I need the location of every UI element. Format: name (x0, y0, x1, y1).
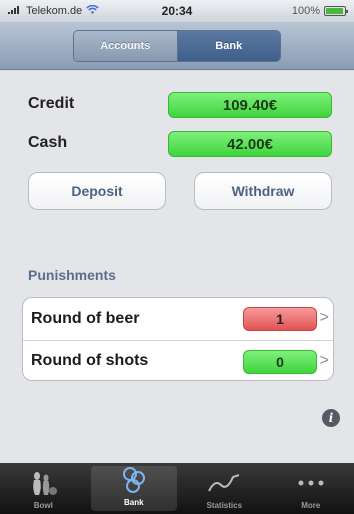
coins-icon (116, 466, 152, 494)
more-dots-icon (293, 469, 329, 497)
wifi-icon (86, 4, 99, 18)
punishment-row-beer[interactable]: Round of beer 1 > (23, 298, 333, 339)
punishments-header: Punishments (28, 267, 116, 283)
punishment-label: Round of beer (31, 309, 140, 327)
cash-value: 42.00€ (168, 131, 332, 157)
withdraw-button[interactable]: Withdraw (194, 172, 332, 210)
status-right: 100% (291, 5, 348, 17)
carrier-name: Telekom.de (26, 5, 83, 17)
battery-percent: 100% (291, 5, 320, 17)
bowling-pins-icon (25, 469, 61, 497)
segment-accounts[interactable]: Accounts (74, 30, 177, 61)
tab-bar: Bowl Bank Statistics More (0, 463, 354, 514)
status-bar: Telekom.de 20:34 100% (0, 0, 354, 22)
tab-label: More (301, 501, 321, 510)
credit-value: 109.40€ (168, 92, 332, 118)
punishment-count-badge: 1 (243, 307, 317, 331)
tab-statistics[interactable]: Statistics (181, 463, 268, 514)
app-screen: Telekom.de 20:34 100% Accounts Bank Cred… (0, 0, 354, 514)
cash-label: Cash (28, 134, 68, 151)
bank-content: Credit 109.40€ Cash 42.00€ Deposit Withd… (0, 71, 354, 463)
chevron-right-icon: > (319, 309, 329, 326)
tab-bank[interactable]: Bank (90, 466, 177, 511)
deposit-button[interactable]: Deposit (28, 172, 166, 210)
punishment-row-shots[interactable]: Round of shots 0 > (23, 340, 333, 380)
battery-icon (324, 6, 348, 16)
chevron-right-icon: > (319, 352, 329, 369)
tab-bowl[interactable]: Bowl (0, 463, 87, 514)
punishments-table: Round of beer 1 > Round of shots 0 > (22, 297, 334, 381)
signal-bars-icon (8, 5, 22, 17)
status-left: Telekom.de (8, 4, 99, 18)
segmented-control: Accounts Bank (73, 29, 281, 62)
punishment-count-badge: 0 (243, 350, 317, 374)
line-graph-icon (206, 469, 242, 497)
tab-label: Statistics (206, 501, 243, 510)
tab-more[interactable]: More (268, 463, 354, 514)
tab-label: Bowl (33, 501, 53, 510)
punishment-label: Round of shots (31, 352, 149, 369)
info-icon[interactable]: i (322, 409, 340, 427)
segment-bank[interactable]: Bank (176, 30, 280, 61)
credit-label: Credit (28, 95, 75, 112)
navigation-bar: Accounts Bank (0, 22, 354, 70)
tab-label: Bank (123, 498, 144, 507)
